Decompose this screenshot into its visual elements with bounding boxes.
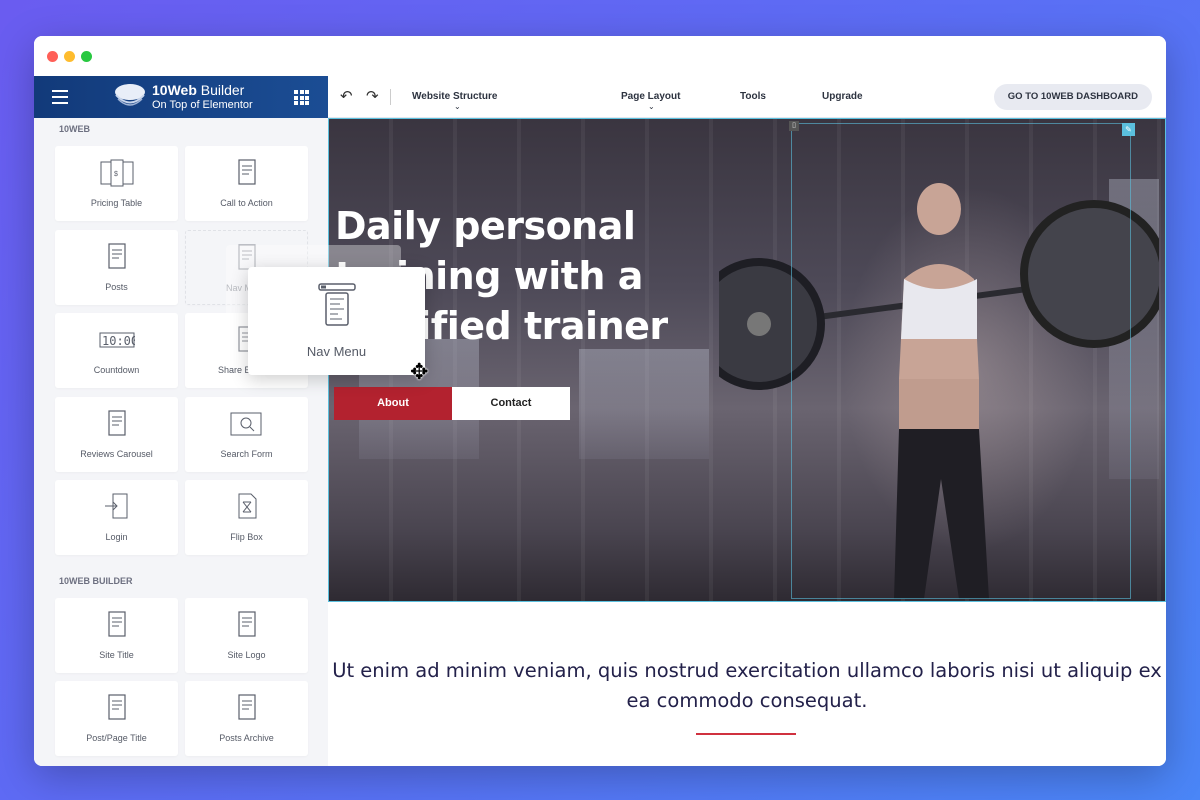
brand-tagline: On Top of Elementor: [152, 99, 253, 111]
10web-logo-icon: [115, 84, 145, 106]
widget-post-page-title[interactable]: Post/Page Title: [55, 681, 178, 756]
widget-site-title[interactable]: Site Title: [55, 597, 178, 673]
go-to-dashboard-button[interactable]: GO TO 10WEB DASHBOARD: [993, 84, 1152, 110]
pricing-table-icon: $: [100, 159, 133, 187]
flip-box-icon: [238, 493, 256, 519]
upgrade-link[interactable]: Upgrade: [822, 91, 863, 102]
drag-label: Nav Menu: [306, 344, 367, 359]
site-logo-icon: [237, 610, 256, 637]
widget-posts-archive[interactable]: Posts Archive: [185, 681, 308, 756]
widget-label: Site Title: [99, 649, 134, 660]
widget-reviews-carousel[interactable]: Reviews Carousel: [55, 396, 178, 472]
site-title-icon: [107, 610, 126, 637]
chevron-down-icon: ⌄: [648, 102, 655, 111]
background-window: [579, 349, 709, 459]
text-section: Ut enim ad minim veniam, quis nostrud ex…: [328, 602, 1166, 766]
widget-posts[interactable]: Posts: [55, 229, 178, 305]
edit-pencil-icon[interactable]: ✎: [1122, 123, 1135, 136]
widget-search-form[interactable]: Search Form: [185, 396, 308, 472]
about-button[interactable]: About: [334, 387, 452, 420]
widget-label: Pricing Table: [90, 198, 143, 208]
move-cursor-icon: ✥: [410, 359, 429, 384]
login-icon: [104, 493, 127, 519]
call-to-action-icon: [237, 159, 256, 185]
widget-label: Call to Action: [220, 198, 273, 208]
widget-call-to-action[interactable]: Call to Action: [185, 146, 308, 221]
svg-text:$: $: [114, 171, 118, 178]
widget-countdown[interactable]: 10:00 Countdown: [55, 313, 178, 388]
widget-label: Search Form: [220, 448, 273, 459]
posts-icon: [107, 242, 126, 269]
countdown-icon: 10:00: [99, 332, 135, 348]
widget-label: Reviews Carousel: [80, 448, 153, 459]
undo-icon[interactable]: ↶: [340, 87, 353, 105]
widget-label: Post/Page Title: [86, 733, 147, 743]
post-title-icon: [107, 694, 126, 720]
widget-pricing-table[interactable]: $ Pricing Table: [55, 146, 178, 221]
svg-text:10:00: 10:00: [102, 334, 135, 348]
brand-header: 10Web Builder On Top of Elementor: [34, 76, 328, 118]
tools-menu[interactable]: Tools: [740, 91, 766, 102]
column-handle-icon[interactable]: ▯: [789, 121, 799, 131]
reviews-carousel-icon: [107, 409, 126, 436]
widget-label: Posts: [105, 281, 128, 292]
minimize-window-button[interactable]: [64, 51, 75, 62]
section-title: 10WEB BUILDER: [59, 575, 133, 586]
page-layout-menu[interactable]: Page Layout: [621, 91, 680, 102]
widget-flip-box[interactable]: Flip Box: [185, 480, 308, 555]
accent-divider: [696, 733, 796, 735]
widget-label: Site Logo: [227, 649, 266, 660]
window-titlebar: [34, 36, 1166, 76]
chevron-down-icon: ⌄: [454, 102, 461, 111]
brand-name-light: Builder: [200, 82, 245, 98]
contact-button[interactable]: Contact: [452, 387, 570, 420]
redo-icon[interactable]: ↷: [366, 87, 379, 105]
widget-label: Login: [105, 532, 128, 542]
website-structure-menu[interactable]: Website Structure: [412, 91, 497, 102]
hamburger-icon[interactable]: [52, 90, 68, 108]
column-outline: [791, 123, 1131, 599]
divider: [390, 89, 391, 105]
brand-name-bold: 10Web: [152, 82, 197, 98]
maximize-window-button[interactable]: [81, 51, 92, 62]
intro-paragraph[interactable]: Ut enim ad minim veniam, quis nostrud ex…: [328, 656, 1166, 716]
close-window-button[interactable]: [47, 51, 58, 62]
widget-site-logo[interactable]: Site Logo: [185, 597, 308, 673]
widget-login[interactable]: Login: [55, 480, 178, 555]
browser-window: 10Web Builder On Top of Elementor 10WEB $…: [34, 36, 1166, 766]
posts-archive-icon: [237, 694, 256, 720]
widget-label: Posts Archive: [219, 733, 274, 743]
widget-label: Countdown: [93, 365, 140, 375]
editor-toolbar: ↶ ↷ Website Structure ⌄ Page Layout ⌄ To…: [328, 76, 1166, 118]
search-form-icon: [230, 412, 261, 435]
widget-label: Flip Box: [230, 532, 263, 542]
widget-sidebar: 10Web Builder On Top of Elementor 10WEB $…: [34, 76, 328, 766]
brand-name: 10Web Builder: [152, 82, 244, 98]
hero-section[interactable]: ▯ ✎ Daily personal training with a certi…: [328, 118, 1166, 602]
grid-icon[interactable]: [294, 90, 309, 105]
section-title: 10WEB: [59, 124, 91, 134]
nav-menu-icon: [318, 283, 356, 326]
dragging-widget-nav-menu[interactable]: Nav Menu: [248, 267, 425, 375]
